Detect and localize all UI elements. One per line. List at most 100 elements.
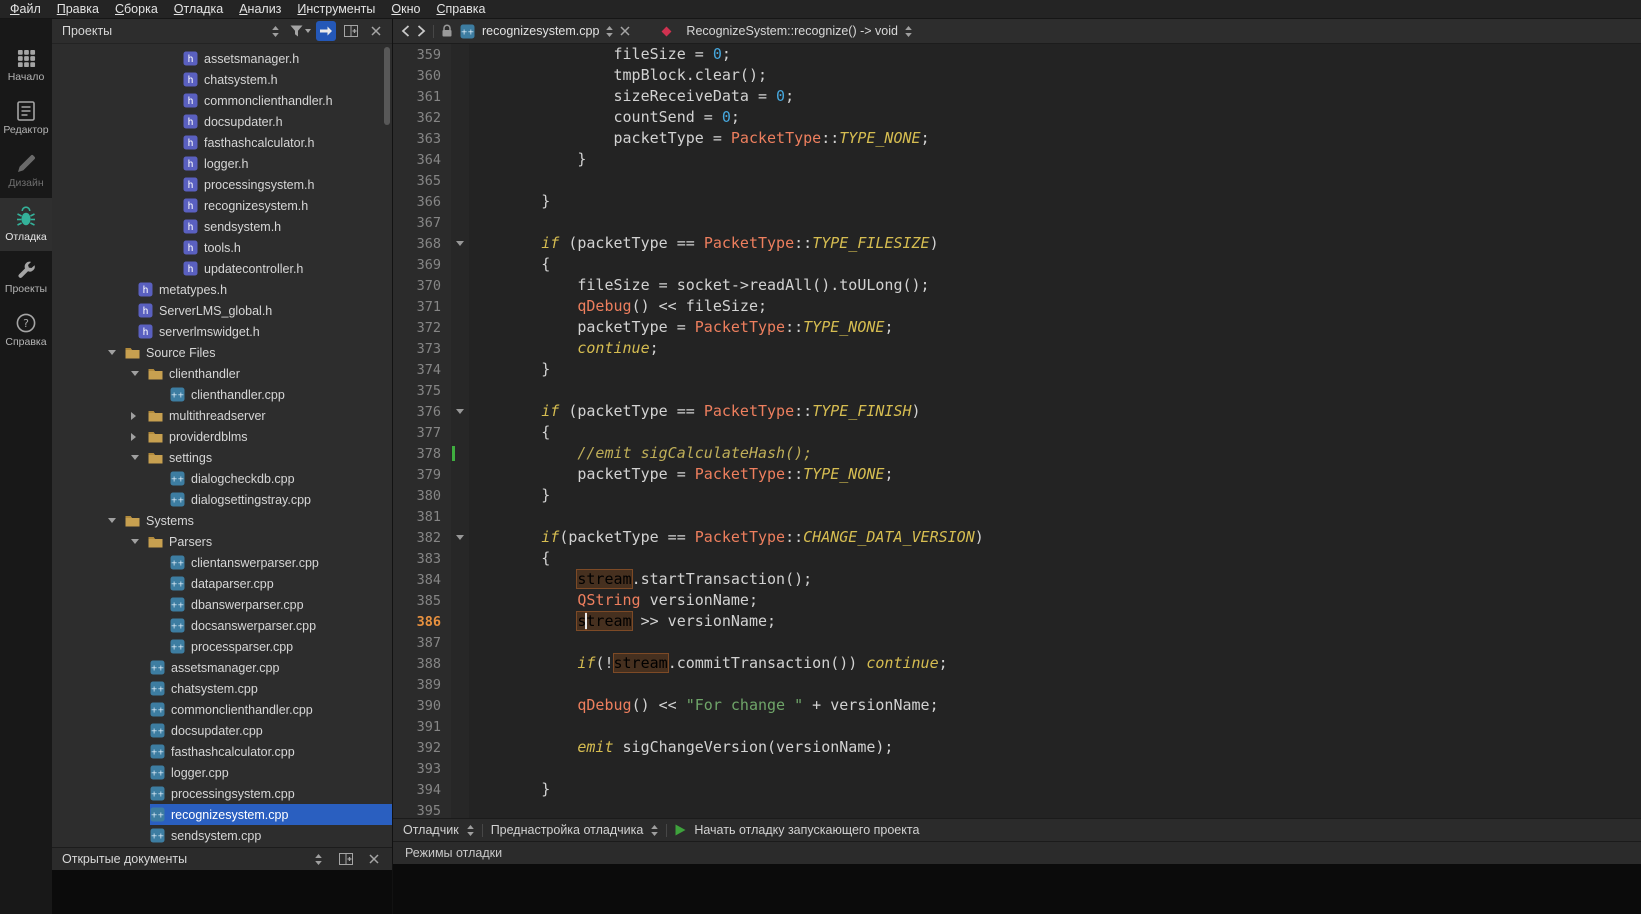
tree-item-Systems[interactable]: Systems <box>52 510 392 531</box>
tree-item-metatypes.h[interactable]: hmetatypes.h <box>52 279 392 300</box>
line-number[interactable]: 390 <box>393 698 451 714</box>
tree-item-recognizesystem.h[interactable]: hrecognizesystem.h <box>52 195 392 216</box>
filter-icon[interactable] <box>290 21 311 41</box>
code-line-366[interactable]: 366 } <box>393 191 1641 212</box>
line-number[interactable]: 394 <box>393 782 451 798</box>
tree-item-processparser.cpp[interactable]: ++processparser.cpp <box>52 636 392 657</box>
preset-updown-icon[interactable] <box>651 825 658 836</box>
expand-arrow-icon[interactable] <box>108 350 119 355</box>
tree-scrollbar-thumb[interactable] <box>384 47 390 125</box>
menu-item-Отладка[interactable]: Отладка <box>166 0 231 18</box>
code-line-381[interactable]: 381 <box>393 506 1641 527</box>
mode-welcome[interactable]: Начало <box>0 39 52 92</box>
code-line-394[interactable]: 394 } <box>393 779 1641 800</box>
fold-arrow-icon[interactable] <box>456 241 464 246</box>
line-number[interactable]: 369 <box>393 257 451 273</box>
expand-arrow-icon[interactable] <box>131 539 142 544</box>
line-number[interactable]: 370 <box>393 278 451 294</box>
back-button[interactable] <box>401 25 410 37</box>
close-panel-icon[interactable] <box>366 21 386 41</box>
tree-item-clientanswerparser.cpp[interactable]: ++clientanswerparser.cpp <box>52 552 392 573</box>
current-symbol[interactable]: RecognizeSystem::recognize() -> void <box>686 24 898 38</box>
code-line-361[interactable]: 361 sizeReceiveData = 0; <box>393 86 1641 107</box>
tree-item-chatsystem.cpp[interactable]: ++chatsystem.cpp <box>52 678 392 699</box>
line-number[interactable]: 387 <box>393 635 451 651</box>
mode-edit[interactable]: Редактор <box>0 92 52 145</box>
menu-item-Сборка[interactable]: Сборка <box>107 0 166 18</box>
code-line-379[interactable]: 379 packetType = PacketType::TYPE_NONE; <box>393 464 1641 485</box>
code-line-371[interactable]: 371 qDebug() << fileSize; <box>393 296 1641 317</box>
line-number[interactable]: 378 <box>393 446 451 462</box>
lock-icon[interactable] <box>441 24 453 38</box>
file-selector-updown-icon[interactable] <box>606 26 613 37</box>
line-number[interactable]: 384 <box>393 572 451 588</box>
code-line-378[interactable]: 378 //emit sigCalculateHash(); <box>393 443 1641 464</box>
code-line-395[interactable]: 395 <box>393 800 1641 818</box>
expand-arrow-icon[interactable] <box>108 518 119 523</box>
tree-item-clienthandler[interactable]: clienthandler <box>52 363 392 384</box>
code-line-385[interactable]: 385 QString versionName; <box>393 590 1641 611</box>
tree-item-sendsystem.cpp[interactable]: ++sendsystem.cpp <box>52 825 392 846</box>
tree-item-updatecontroller.h[interactable]: hupdatecontroller.h <box>52 258 392 279</box>
debugger-select[interactable]: Отладчик <box>403 823 459 837</box>
tree-item-processingsystem.cpp[interactable]: ++processingsystem.cpp <box>52 783 392 804</box>
code-line-362[interactable]: 362 countSend = 0; <box>393 107 1641 128</box>
mode-help[interactable]: ?Справка <box>0 304 52 357</box>
menu-item-Правка[interactable]: Правка <box>49 0 107 18</box>
fold-margin[interactable] <box>451 401 469 422</box>
line-number[interactable]: 361 <box>393 89 451 105</box>
code-line-364[interactable]: 364 } <box>393 149 1641 170</box>
code-line-391[interactable]: 391 <box>393 716 1641 737</box>
code-line-367[interactable]: 367 <box>393 212 1641 233</box>
line-number[interactable]: 389 <box>393 677 451 693</box>
code-line-384[interactable]: 384 stream.startTransaction(); <box>393 569 1641 590</box>
code-line-359[interactable]: 359 fileSize = 0; <box>393 44 1641 65</box>
expand-arrow-icon[interactable] <box>131 412 142 420</box>
code-line-376[interactable]: 376 if (packetType == PacketType::TYPE_F… <box>393 401 1641 422</box>
code-line-387[interactable]: 387 <box>393 632 1641 653</box>
menu-item-Анализ[interactable]: Анализ <box>231 0 289 18</box>
tree-item-dbanswerparser.cpp[interactable]: ++dbanswerparser.cpp <box>52 594 392 615</box>
code-line-365[interactable]: 365 <box>393 170 1641 191</box>
tree-item-providerdblms[interactable]: providerdblms <box>52 426 392 447</box>
line-number[interactable]: 376 <box>393 404 451 420</box>
line-number[interactable]: 364 <box>393 152 451 168</box>
panel-selector-updown-icon[interactable] <box>265 21 285 41</box>
line-number[interactable]: 388 <box>393 656 451 672</box>
tree-item-ServerLMS_global.h[interactable]: hServerLMS_global.h <box>52 300 392 321</box>
line-number[interactable]: 371 <box>393 299 451 315</box>
code-line-372[interactable]: 372 packetType = PacketType::TYPE_NONE; <box>393 317 1641 338</box>
line-number[interactable]: 368 <box>393 236 451 252</box>
close-document-icon[interactable] <box>620 26 630 36</box>
tree-item-processingsystem.h[interactable]: hprocessingsystem.h <box>52 174 392 195</box>
menu-item-Справка[interactable]: Справка <box>428 0 493 18</box>
code-line-382[interactable]: 382 if(packetType == PacketType::CHANGE_… <box>393 527 1641 548</box>
tree-item-docsupdater.cpp[interactable]: ++docsupdater.cpp <box>52 720 392 741</box>
code-line-392[interactable]: 392 emit sigChangeVersion(versionName); <box>393 737 1641 758</box>
tree-item-Source Files[interactable]: Source Files <box>52 342 392 363</box>
line-number[interactable]: 359 <box>393 47 451 63</box>
mode-design[interactable]: Дизайн <box>0 145 52 198</box>
forward-button[interactable] <box>417 25 426 37</box>
start-debug-icon[interactable] <box>675 824 686 836</box>
tree-item-dialogcheckdb.cpp[interactable]: ++dialogcheckdb.cpp <box>52 468 392 489</box>
menu-item-Окно[interactable]: Окно <box>383 0 428 18</box>
tree-item-Parsers[interactable]: Parsers <box>52 531 392 552</box>
tree-item-assetsmanager.cpp[interactable]: ++assetsmanager.cpp <box>52 657 392 678</box>
line-number[interactable]: 385 <box>393 593 451 609</box>
expand-arrow-icon[interactable] <box>131 433 142 441</box>
line-number[interactable]: 375 <box>393 383 451 399</box>
line-number[interactable]: 382 <box>393 530 451 546</box>
line-number[interactable]: 363 <box>393 131 451 147</box>
line-number[interactable]: 393 <box>393 761 451 777</box>
line-number[interactable]: 366 <box>393 194 451 210</box>
code-editor[interactable]: 359 fileSize = 0;360 tmpBlock.clear();36… <box>393 44 1641 818</box>
fold-margin[interactable] <box>451 527 469 548</box>
line-number[interactable]: 365 <box>393 173 451 189</box>
code-line-390[interactable]: 390 qDebug() << "For change " + versionN… <box>393 695 1641 716</box>
tree-item-serverlmswidget.h[interactable]: hserverlmswidget.h <box>52 321 392 342</box>
tree-item-recognizesystem.cpp[interactable]: ++recognizesystem.cpp <box>52 804 392 825</box>
menu-item-Файл[interactable]: Файл <box>2 0 49 18</box>
tree-item-commonclienthandler.cpp[interactable]: ++commonclienthandler.cpp <box>52 699 392 720</box>
code-line-370[interactable]: 370 fileSize = socket->readAll().toULong… <box>393 275 1641 296</box>
